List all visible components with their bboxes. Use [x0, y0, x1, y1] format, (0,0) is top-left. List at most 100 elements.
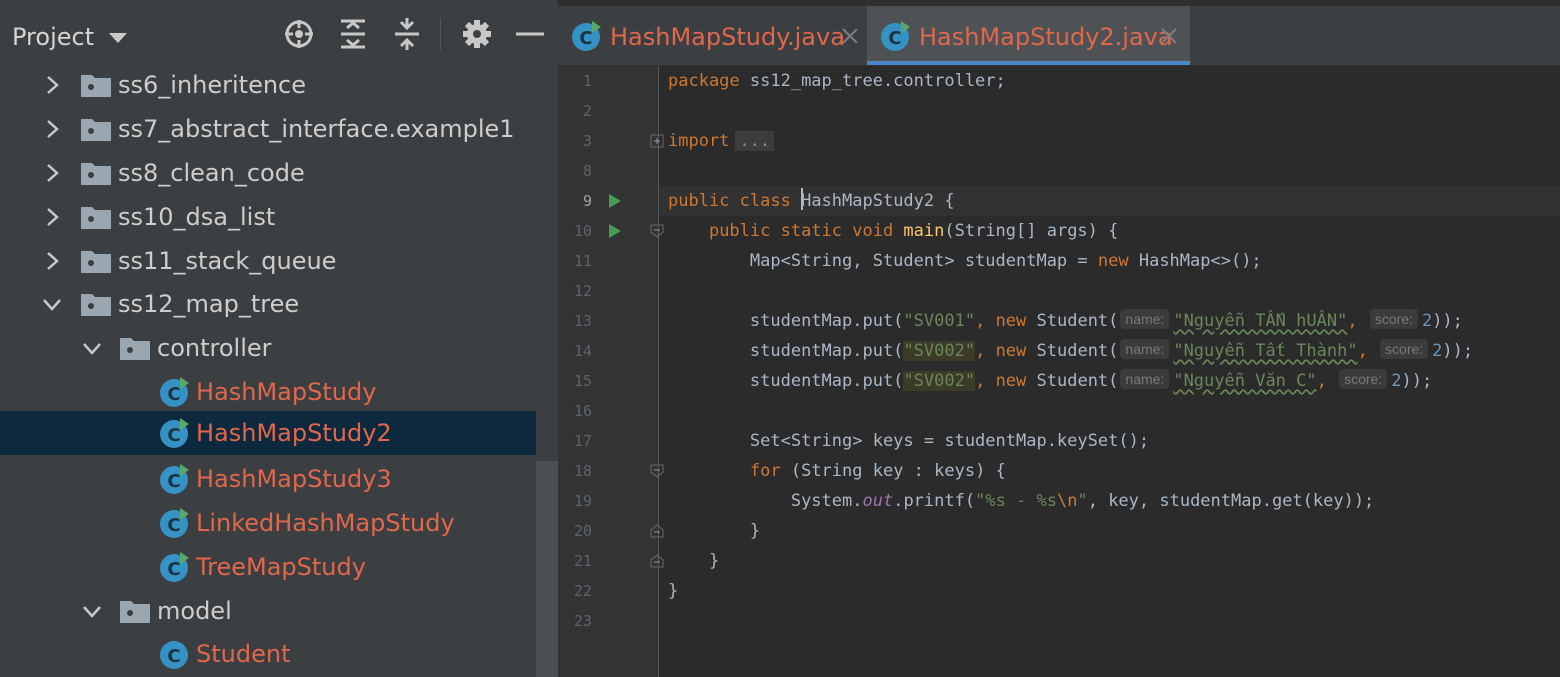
tree-item-linkedhashmapstudy[interactable]: C LinkedHashMapStudy — [0, 501, 536, 545]
package-folder-icon — [120, 601, 150, 623]
tree-item-label: ss11_stack_queue — [118, 247, 337, 275]
chevron-down-icon[interactable] — [42, 294, 62, 314]
expand-all-icon[interactable] — [337, 18, 369, 50]
code-text: ss12_map_tree.controller; — [739, 71, 1006, 91]
collapse-all-icon[interactable] — [391, 18, 423, 50]
collapsed-imports[interactable]: ... — [735, 131, 775, 151]
tree-item-label: ss8_clean_code — [118, 159, 305, 187]
tree-item-ss10-dsa-list[interactable]: ss10_dsa_list — [0, 195, 536, 239]
tab-label: HashMapStudy2.java — [919, 23, 1173, 51]
code-editor[interactable]: 1 2 3 8 9 10 11 12 13 14 15 16 17 18 19 … — [558, 66, 1560, 677]
line-number: 3 — [582, 132, 592, 150]
runnable-class-icon: C — [160, 418, 189, 448]
package-folder-icon — [81, 207, 111, 229]
line-number: 1 — [582, 72, 592, 90]
tree-item-ss7-abstract-interface-example1[interactable]: ss7_abstract_interface.example1 — [0, 107, 536, 151]
tree-item-label: ss12_map_tree — [118, 290, 300, 318]
closing-brace: } — [708, 551, 720, 571]
class-icon: C — [160, 641, 188, 669]
parameter-hint: score: — [1339, 369, 1388, 389]
fold-end-icon[interactable] — [650, 524, 664, 538]
tab-hashmapstudy2-java[interactable]: C HashMapStudy2.java — [867, 6, 1190, 66]
string-literal-duplicate: "SV002" — [903, 341, 976, 361]
tree-item-ss6-inheritence[interactable]: ss6_inheritence — [0, 63, 536, 107]
fold-collapse-icon[interactable] — [650, 224, 664, 238]
string-literal: " — [1077, 491, 1088, 511]
run-icon[interactable] — [608, 193, 622, 209]
comma: , — [1347, 311, 1368, 331]
project-panel-title[interactable]: Project — [12, 22, 94, 52]
code-text: { — [934, 191, 955, 211]
chevron-right-icon[interactable] — [42, 75, 62, 95]
code-text: Map<String, Student> studentMap = — [749, 251, 1098, 271]
code-text: Student( — [1026, 341, 1119, 361]
line-number: 14 — [573, 342, 592, 360]
line-number: 13 — [573, 312, 592, 330]
runnable-class-icon: C — [160, 508, 189, 538]
hide-icon[interactable] — [514, 18, 546, 50]
keyword: package — [668, 71, 740, 91]
chevron-down-icon[interactable] — [82, 338, 102, 358]
string-literal: "Nguyễn Tất Thành" — [1173, 341, 1358, 361]
chevron-right-icon[interactable] — [42, 251, 62, 271]
tree-item-controller[interactable]: controller — [0, 326, 536, 370]
tree-item-label: ss10_dsa_list — [118, 203, 276, 231]
tree-item-treemapstudy[interactable]: C TreeMapStudy — [0, 545, 536, 589]
chevron-right-icon[interactable] — [42, 207, 62, 227]
tree-item-model[interactable]: model — [0, 589, 536, 633]
keyword: new — [995, 371, 1027, 391]
code-line-22: } — [668, 576, 678, 606]
chevron-right-icon[interactable] — [42, 163, 62, 183]
locate-icon[interactable] — [283, 18, 315, 50]
comma: , — [1316, 371, 1338, 391]
tree-item-ss12-map-tree[interactable]: ss12_map_tree — [0, 282, 536, 326]
comma: , — [975, 341, 996, 361]
line-number: 22 — [573, 582, 592, 600]
project-scrollbar[interactable] — [536, 461, 558, 677]
code-text: , key, studentMap.get(key)); — [1087, 491, 1375, 511]
code-line-13: studentMap.put("SV001", new Student(name… — [668, 306, 1463, 336]
comma: , — [975, 371, 996, 391]
fold-expand-icon[interactable] — [650, 134, 664, 148]
svg-text:C: C — [167, 425, 180, 446]
package-folder-icon — [81, 75, 111, 97]
method-name: main — [903, 221, 945, 241]
close-icon[interactable] — [1157, 24, 1181, 48]
runnable-class-icon: C — [572, 21, 601, 51]
line-number: 12 — [573, 282, 592, 300]
tree-item-hashmapstudy[interactable]: C HashMapStudy — [0, 370, 536, 414]
dropdown-icon[interactable] — [106, 26, 130, 54]
static-field: out — [862, 491, 894, 511]
tree-item-ss11-stack-queue[interactable]: ss11_stack_queue — [0, 239, 536, 283]
code-text: studentMap.put( — [749, 371, 904, 391]
chevron-right-icon[interactable] — [42, 119, 62, 139]
runnable-class-icon: C — [160, 377, 189, 407]
tree-item-hashmapstudy2[interactable]: C HashMapStudy2 — [0, 411, 536, 455]
line-number: 20 — [573, 522, 592, 540]
tree-item-student[interactable]: C Student — [0, 632, 536, 676]
svg-text:C: C — [579, 28, 592, 49]
tree-item-label: HashMapStudy2 — [196, 419, 392, 447]
code-text: (String[] args) { — [944, 221, 1119, 241]
number-literal: 2 — [1421, 311, 1433, 331]
close-icon[interactable] — [838, 24, 862, 48]
gear-icon[interactable] — [461, 18, 493, 50]
tab-hashmapstudy-java[interactable]: C HashMapStudy.java — [558, 6, 866, 66]
tree-item-label: Student — [196, 640, 291, 668]
chevron-down-icon[interactable] — [82, 601, 102, 621]
runnable-class-icon: C — [160, 464, 189, 494]
fold-end-icon[interactable] — [650, 554, 664, 568]
package-folder-icon — [81, 294, 111, 316]
code-text: studentMap.put( — [749, 341, 904, 361]
fold-collapse-icon[interactable] — [650, 464, 664, 478]
tree-item-label: controller — [157, 334, 272, 362]
tree-item-hashmapstudy3[interactable]: C HashMapStudy3 — [0, 457, 536, 501]
keyword: new — [995, 311, 1027, 331]
code-text: )); — [1432, 311, 1463, 331]
tree-item-ss8-clean-code[interactable]: ss8_clean_code — [0, 151, 536, 195]
line-number: 15 — [573, 372, 592, 390]
runnable-class-icon: C — [881, 21, 910, 51]
svg-text:C: C — [888, 28, 901, 49]
line-number: 17 — [573, 432, 592, 450]
run-icon[interactable] — [608, 223, 622, 239]
